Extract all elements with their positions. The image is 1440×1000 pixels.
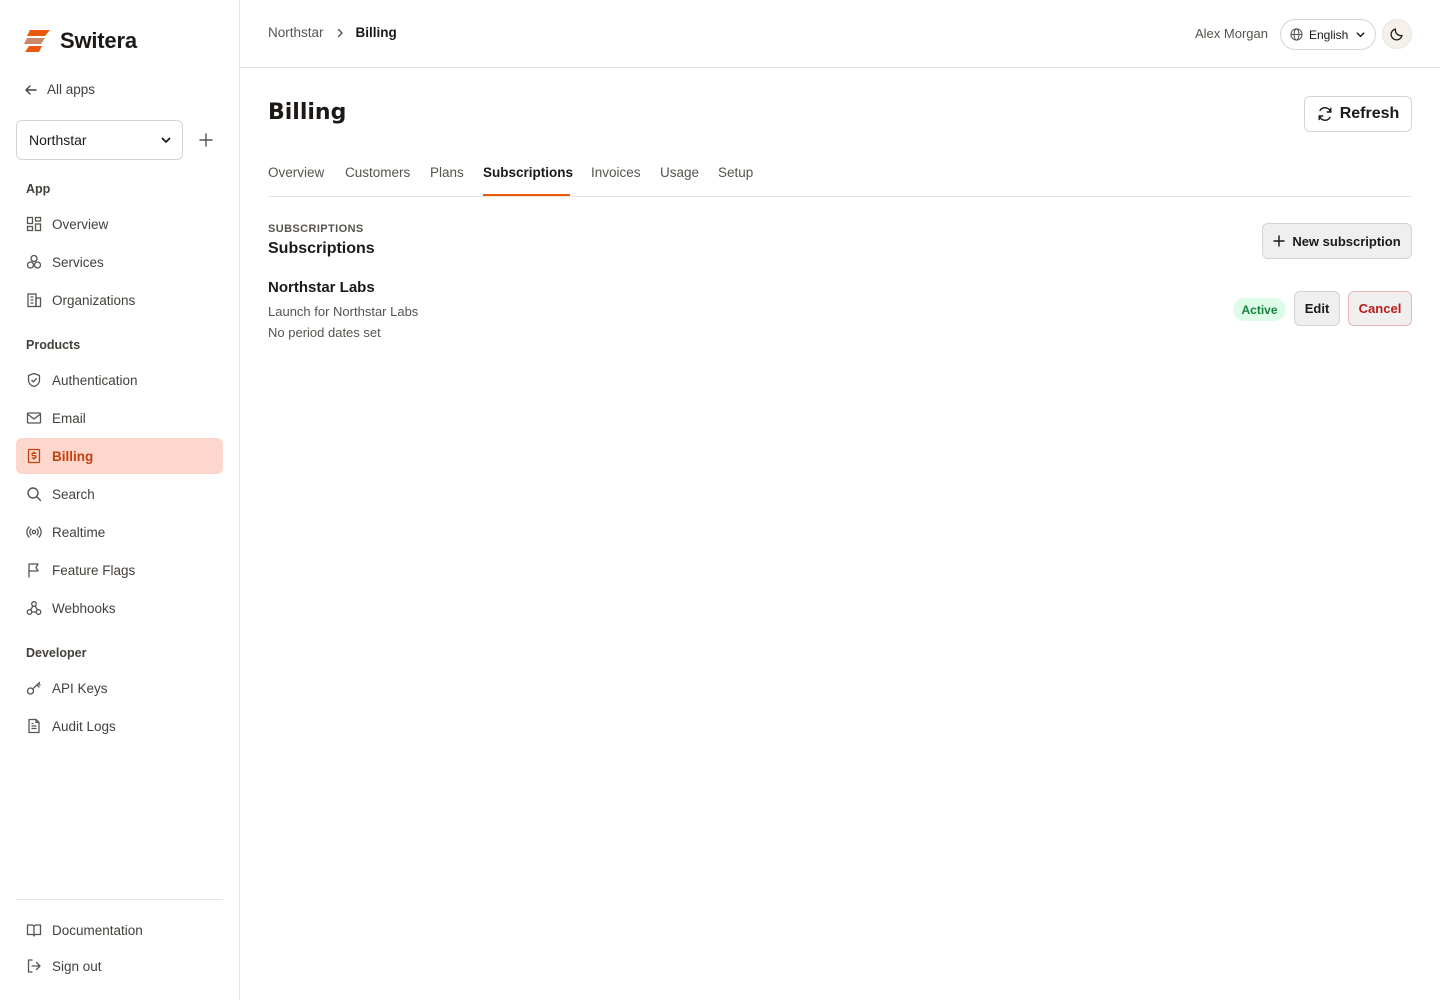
sidebar: Switera All apps Northstar App Overview … — [0, 0, 240, 1000]
sidebar-item-label: Email — [52, 410, 86, 426]
sidebar-item-label: Audit Logs — [52, 718, 116, 734]
sidebar-item-label: API Keys — [52, 680, 108, 696]
cubes-icon — [26, 254, 42, 270]
flag-icon — [26, 562, 42, 578]
sidebar-item-label: Sign out — [52, 958, 102, 974]
key-icon — [26, 680, 42, 696]
sidebar-item-label: Authentication — [52, 372, 138, 388]
sidebar-item-organizations[interactable]: Organizations — [16, 282, 223, 318]
sidebar-item-authentication[interactable]: Authentication — [16, 362, 223, 398]
broadcast-icon — [26, 524, 42, 540]
arrow-left-icon — [24, 83, 38, 97]
tab-overview[interactable]: Overview — [268, 165, 324, 180]
sidebar-item-label: Overview — [52, 216, 109, 232]
brand[interactable]: Switera — [24, 28, 137, 54]
section-label-products: Products — [26, 338, 81, 352]
breadcrumb: Northstar Billing — [268, 25, 397, 40]
tab-customers[interactable]: Customers — [345, 165, 410, 180]
globe-icon — [1290, 28, 1303, 41]
subscription-name: Northstar Labs — [268, 279, 375, 296]
sidebar-item-label: Organizations — [52, 292, 136, 308]
chevron-down-icon — [1355, 29, 1366, 40]
moon-icon — [1390, 27, 1404, 41]
edit-subscription-button[interactable]: Edit — [1294, 291, 1340, 326]
sidebar-item-label: Search — [52, 486, 95, 502]
chevron-right-icon — [334, 27, 346, 39]
section-eyebrow: SUBSCRIPTIONS — [268, 223, 364, 235]
sidebar-item-api-keys[interactable]: API Keys — [16, 670, 223, 706]
sidebar-item-webhooks[interactable]: Webhooks — [16, 590, 223, 626]
sidebar-item-label: Feature Flags — [52, 562, 136, 578]
sidebar-item-label: Services — [52, 254, 104, 270]
shield-check-icon — [26, 372, 42, 388]
app-select[interactable]: Northstar — [16, 120, 183, 160]
section-label-developer: Developer — [26, 646, 87, 660]
log-out-icon — [26, 958, 42, 974]
sidebar-item-documentation[interactable]: Documentation — [16, 912, 223, 948]
subscription-period: No period dates set — [268, 325, 381, 340]
sidebar-divider — [16, 899, 223, 900]
subscription-description: Launch for Northstar Labs — [268, 304, 419, 319]
sidebar-item-sign-out[interactable]: Sign out — [16, 948, 223, 984]
all-apps-link[interactable]: All apps — [24, 82, 95, 97]
sidebar-item-label: Realtime — [52, 524, 106, 540]
topbar: Northstar Billing Alex Morgan English — [240, 0, 1440, 68]
add-app-button[interactable] — [196, 130, 216, 150]
active-tab-indicator — [483, 194, 570, 196]
switera-logo-icon — [24, 30, 50, 52]
new-subscription-button[interactable]: New subscription — [1262, 223, 1412, 259]
cancel-subscription-button[interactable]: Cancel — [1348, 291, 1412, 326]
dashboard-grid-icon — [26, 216, 42, 232]
theme-toggle-button[interactable] — [1382, 19, 1412, 49]
sidebar-item-email[interactable]: Email — [16, 400, 223, 436]
sidebar-item-billing[interactable]: Billing — [16, 438, 223, 474]
breadcrumb-item-app[interactable]: Northstar — [268, 25, 324, 40]
brand-name: Switera — [60, 28, 137, 53]
language-value: English — [1309, 27, 1349, 42]
sidebar-item-feature-flags[interactable]: Feature Flags — [16, 552, 223, 588]
refresh-icon — [1317, 106, 1333, 122]
sidebar-item-label: Billing — [52, 448, 94, 464]
plus-icon — [196, 130, 216, 150]
sidebar-item-audit-logs[interactable]: Audit Logs — [16, 708, 223, 744]
sidebar-item-services[interactable]: Services — [16, 244, 223, 280]
app-select-value: Northstar — [29, 132, 87, 148]
language-select[interactable]: English — [1280, 19, 1376, 50]
sidebar-item-realtime[interactable]: Realtime — [16, 514, 223, 550]
tab-subscriptions[interactable]: Subscriptions — [483, 165, 573, 180]
sidebar-item-label: Documentation — [52, 922, 143, 938]
sidebar-item-label: Webhooks — [52, 600, 116, 616]
sidebar-item-search[interactable]: Search — [16, 476, 223, 512]
user-name[interactable]: Alex Morgan — [1195, 26, 1268, 41]
chevron-down-icon — [160, 134, 172, 146]
page-title: Billing — [268, 100, 347, 125]
receipt-dollar-icon — [26, 448, 42, 464]
breadcrumb-item-current: Billing — [355, 25, 397, 40]
tab-setup[interactable]: Setup — [718, 165, 753, 180]
tab-invoices[interactable]: Invoices — [591, 165, 641, 180]
section-label-app: App — [26, 182, 51, 196]
all-apps-label: All apps — [47, 82, 96, 97]
webhook-icon — [26, 600, 42, 616]
file-text-icon — [26, 718, 42, 734]
status-badge: Active — [1233, 298, 1286, 321]
plus-icon — [1273, 235, 1286, 247]
mail-icon — [26, 410, 42, 426]
tab-plans[interactable]: Plans — [430, 165, 464, 180]
building-icon — [26, 292, 42, 308]
section-title: Subscriptions — [268, 240, 375, 257]
refresh-label: Refresh — [1339, 105, 1400, 122]
book-icon — [26, 922, 42, 938]
search-icon — [26, 486, 42, 502]
tab-usage[interactable]: Usage — [660, 165, 699, 180]
refresh-button[interactable]: Refresh — [1304, 96, 1412, 132]
sidebar-item-overview[interactable]: Overview — [16, 206, 223, 242]
new-subscription-label: New subscription — [1292, 233, 1401, 249]
billing-tabs: Overview Customers Plans Subscriptions I… — [268, 150, 1412, 197]
